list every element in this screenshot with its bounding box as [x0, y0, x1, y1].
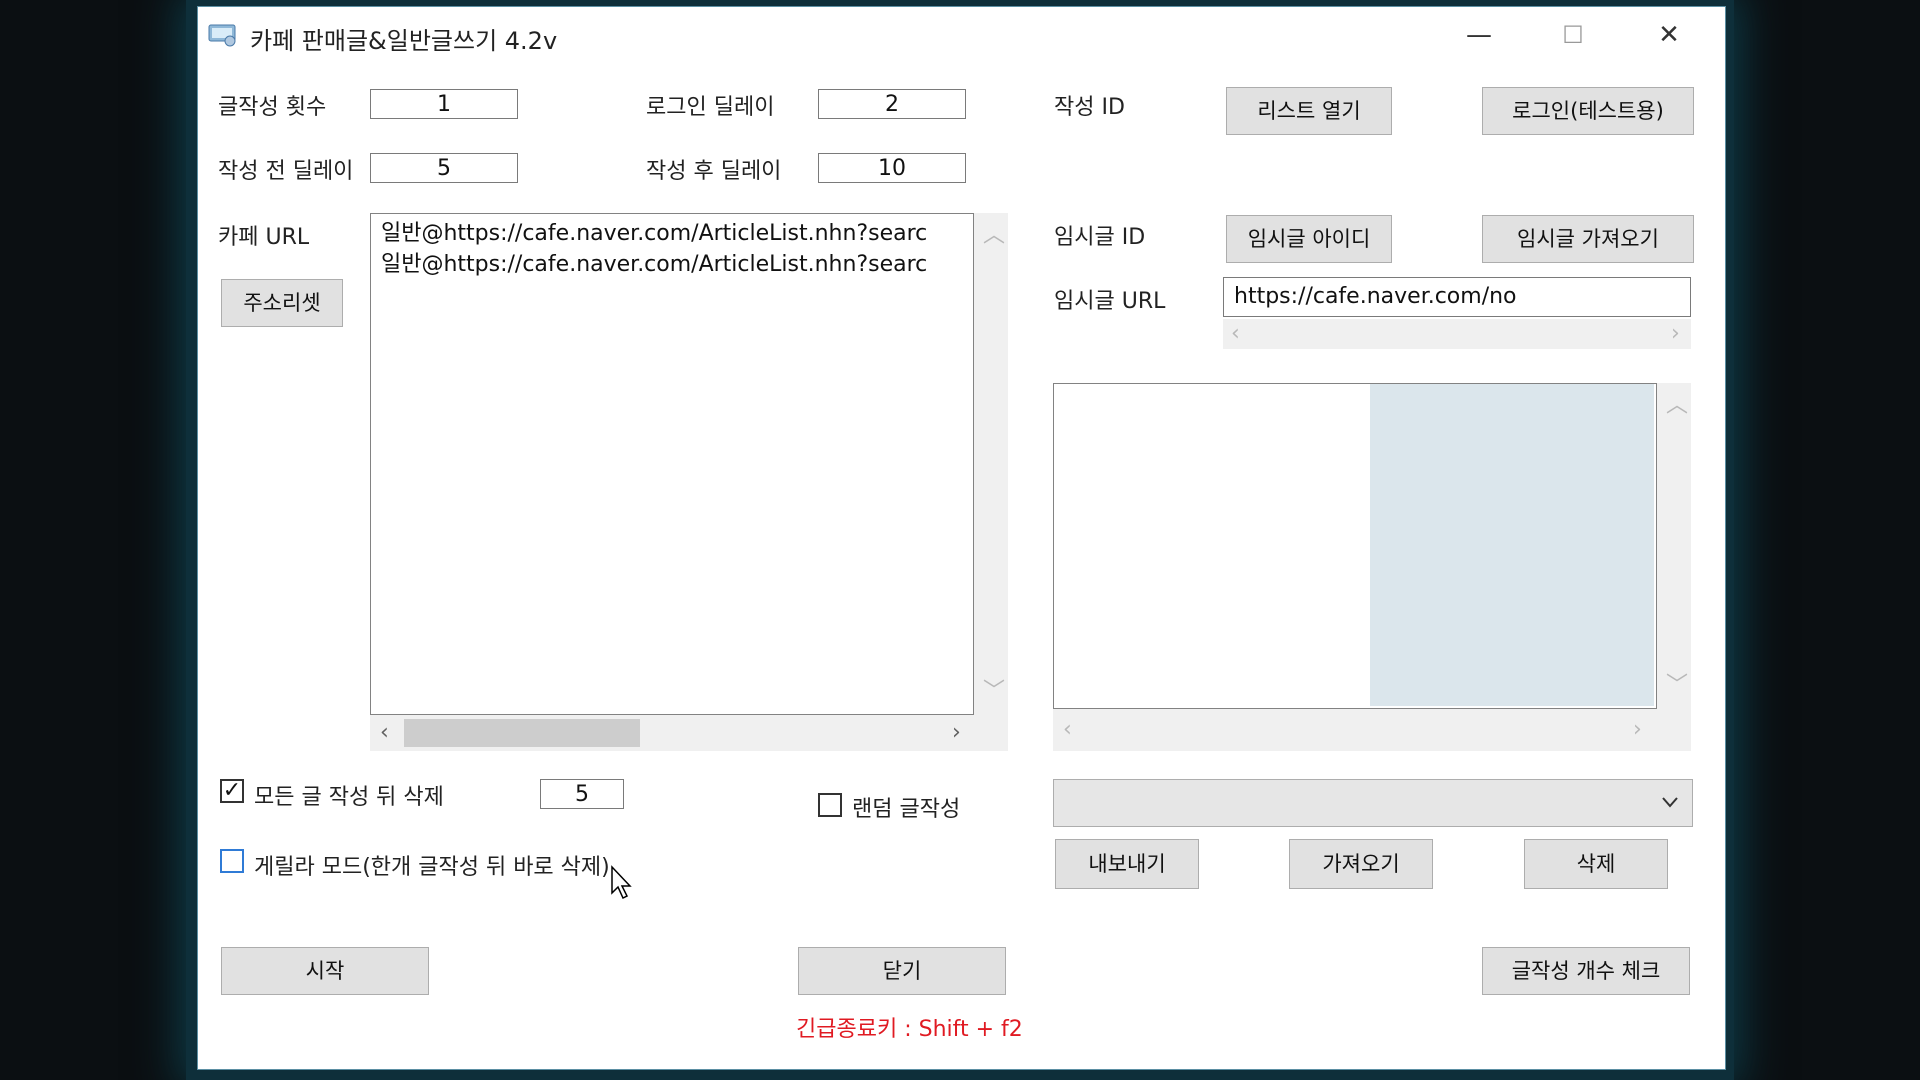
scroll-left-arrow-icon[interactable]: ‹ — [1063, 719, 1072, 741]
emergency-key-notice: 긴급종료키 : Shift + f2 — [796, 1017, 1023, 1042]
temp-url-label: 임시글 URL — [1054, 289, 1166, 314]
list-item[interactable]: 일반@https://cafe.naver.com/ArticleList.nh… — [381, 249, 963, 280]
scroll-down-arrow-icon[interactable]: ﹀ — [1666, 675, 1688, 697]
temp-id-button[interactable]: 임시글 아이디 — [1226, 215, 1392, 263]
login-delay-input[interactable]: 2 — [818, 89, 966, 119]
start-button[interactable]: 시작 — [221, 947, 429, 995]
temp-post-list[interactable] — [1053, 383, 1657, 709]
horizontal-scroll-thumb[interactable] — [404, 719, 640, 747]
temp-post-hscrollbar[interactable]: ‹ › — [1053, 709, 1691, 751]
cafe-url-list[interactable]: 일반@https://cafe.naver.com/ArticleList.nh… — [370, 213, 974, 715]
scroll-up-arrow-icon[interactable]: ︿ — [983, 225, 1005, 247]
post-delay-input[interactable]: 10 — [818, 153, 966, 183]
list-item[interactable]: 일반@https://cafe.naver.com/ArticleList.nh… — [381, 218, 963, 249]
scroll-right-arrow-icon[interactable]: › — [952, 722, 961, 744]
temp-url-hscrollbar[interactable]: ‹ › — [1223, 319, 1691, 349]
temp-id-label: 임시글 ID — [1054, 225, 1146, 250]
temp-post-vscrollbar[interactable]: ︿ ﹀ — [1657, 383, 1691, 709]
export-button[interactable]: 내보내기 — [1055, 839, 1199, 889]
temp-fetch-button[interactable]: 임시글 가져오기 — [1482, 215, 1694, 263]
app-icon — [208, 23, 238, 47]
pre-delay-label: 작성 전 딜레이 — [218, 159, 354, 184]
post-count-input[interactable]: 1 — [370, 89, 518, 119]
guerrilla-mode-checkbox[interactable] — [220, 849, 244, 873]
account-dropdown[interactable] — [1053, 779, 1693, 827]
scroll-down-arrow-icon[interactable]: ﹀ — [983, 681, 1005, 703]
temp-url-text: https://cafe.naver.com/no — [1234, 284, 1517, 309]
list-selection-highlight — [1370, 384, 1654, 706]
close-button[interactable]: 닫기 — [798, 947, 1006, 995]
minimize-button[interactable]: — — [1449, 15, 1509, 55]
post-count-check-button[interactable]: 글작성 개수 체크 — [1482, 947, 1690, 995]
writer-id-label: 작성 ID — [1054, 95, 1125, 120]
pre-delay-input[interactable]: 5 — [370, 153, 518, 183]
scroll-right-arrow-icon[interactable]: › — [1633, 719, 1642, 741]
cafe-url-vscrollbar[interactable]: ︿ ﹀ — [974, 213, 1008, 715]
app-window: 카페 판매글&일반글쓰기 4.2v — ☐ ✕ 글작성 횟수 1 로그인 딜레이… — [197, 6, 1726, 1070]
scroll-up-arrow-icon[interactable]: ︿ — [1666, 395, 1688, 417]
cafe-url-label: 카페 URL — [218, 225, 310, 250]
scroll-left-arrow-icon[interactable]: ‹ — [380, 722, 389, 744]
random-post-checkbox[interactable] — [818, 793, 842, 817]
list-open-button[interactable]: 리스트 열기 — [1226, 87, 1392, 135]
login-delay-label: 로그인 딜레이 — [646, 95, 775, 120]
chevron-down-icon — [1660, 792, 1680, 816]
login-test-button[interactable]: 로그인(테스트용) — [1482, 87, 1694, 135]
mouse-cursor-icon — [610, 865, 634, 905]
post-delay-label: 작성 후 딜레이 — [646, 159, 782, 184]
cafe-url-hscrollbar[interactable]: ‹ › — [370, 715, 1008, 751]
post-count-label: 글작성 횟수 — [218, 95, 327, 120]
window-title: 카페 판매글&일반글쓰기 4.2v — [250, 27, 558, 55]
scroll-right-arrow-icon[interactable]: › — [1671, 323, 1680, 345]
close-window-button[interactable]: ✕ — [1639, 15, 1699, 55]
maximize-button[interactable]: ☐ — [1543, 15, 1603, 55]
delete-button[interactable]: 삭제 — [1524, 839, 1668, 889]
delete-after-all-checkbox[interactable]: ✓ — [220, 779, 244, 803]
temp-url-input[interactable]: https://cafe.naver.com/no — [1223, 277, 1691, 317]
import-button[interactable]: 가져오기 — [1289, 839, 1433, 889]
delete-after-all-input[interactable]: 5 — [540, 779, 624, 809]
guerrilla-mode-label: 게릴라 모드(한개 글작성 뒤 바로 삭제) — [254, 855, 610, 880]
title-bar: 카페 판매글&일반글쓰기 4.2v — ☐ ✕ — [198, 7, 1725, 63]
random-post-label: 랜덤 글작성 — [852, 797, 961, 822]
scroll-left-arrow-icon[interactable]: ‹ — [1231, 323, 1240, 345]
delete-after-all-label: 모든 글 작성 뒤 삭제 — [254, 785, 444, 810]
address-reset-button[interactable]: 주소리셋 — [221, 279, 343, 327]
